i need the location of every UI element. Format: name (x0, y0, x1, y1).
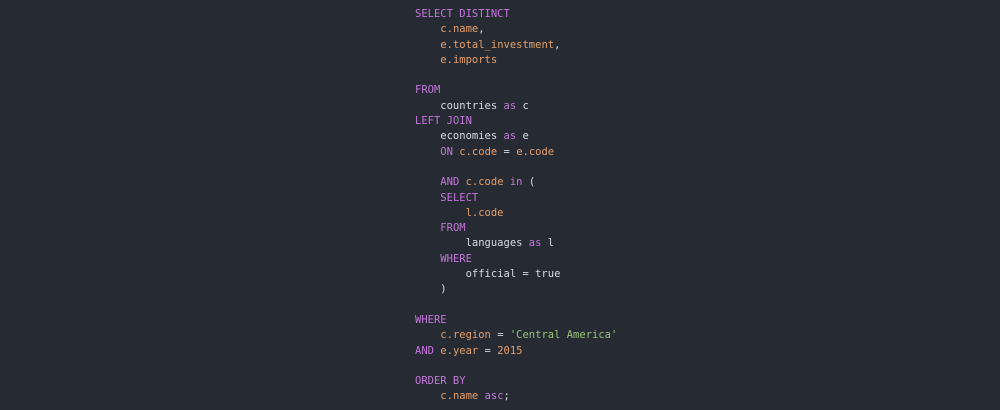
code-line: economies as e (415, 129, 617, 144)
sql-keyword: as (503, 99, 517, 112)
sql-text: countries (415, 99, 504, 112)
sql-text: , (554, 38, 561, 51)
sql-identifier: l.code (465, 206, 504, 219)
sql-number: 2015 (497, 344, 523, 357)
sql-identifier: c.name (440, 390, 479, 403)
code-line: official = true (415, 267, 617, 282)
code-line: e.total_investment, (415, 38, 617, 53)
code-line: countries as c (415, 99, 617, 114)
sql-keyword: AND (440, 176, 460, 189)
code-line: ORDER BY (415, 374, 617, 389)
code-line: FROM (415, 83, 617, 98)
sql-keyword: SELECT (440, 191, 479, 204)
sql-keyword: SELECT DISTINCT (415, 8, 510, 20)
code-line: languages as l (415, 236, 617, 251)
sql-text: ; (503, 390, 510, 403)
sql-identifier: c.name (440, 23, 479, 36)
sql-identifier: c.region (440, 329, 491, 342)
sql-identifier: e.year (440, 344, 479, 357)
sql-text: = (490, 329, 510, 342)
code-line: c.name asc; (415, 389, 617, 404)
code-line: WHERE (415, 313, 617, 328)
sql-keyword: asc (484, 390, 504, 403)
sql-identifier: c.code (465, 176, 504, 189)
code-line: SELECT DISTINCT (415, 7, 617, 22)
code-line: LEFT JOIN (415, 114, 617, 129)
sql-text: languages (415, 237, 529, 250)
sql-text: official = true (415, 268, 561, 281)
sql-text: l (541, 237, 555, 250)
sql-text: = (497, 145, 517, 158)
code-line: ) (415, 282, 617, 297)
sql-keyword: WHERE (415, 313, 447, 326)
sql-code-block: SELECT DISTINCT c.name, e.total_investme… (415, 7, 617, 405)
sql-keyword: as (503, 130, 517, 143)
sql-identifier: e.imports (440, 53, 498, 66)
sql-keyword: as (528, 237, 542, 250)
sql-keyword: in (509, 176, 523, 189)
sql-keyword: FROM (440, 222, 466, 235)
sql-keyword: AND (415, 344, 434, 357)
code-line: l.code (415, 206, 617, 221)
sql-keyword: LEFT JOIN (415, 115, 472, 128)
code-line: c.name, (415, 22, 617, 37)
sql-text: ( (522, 176, 536, 189)
code-line: SELECT (415, 191, 617, 206)
sql-keyword: FROM (415, 84, 441, 97)
sql-keyword: ORDER BY (415, 375, 466, 388)
sql-text: , (478, 23, 485, 36)
sql-keyword: WHERE (440, 252, 472, 265)
code-line: FROM (415, 221, 617, 236)
code-line: AND e.year = 2015 (415, 344, 617, 359)
code-line: ON c.code = e.code (415, 145, 617, 160)
sql-text: = (478, 344, 498, 357)
sql-text: economies (415, 130, 504, 143)
sql-identifier: e.code (516, 145, 555, 158)
sql-text: ) (415, 283, 447, 296)
sql-identifier: c.code (459, 145, 498, 158)
sql-text: c (516, 99, 529, 112)
code-editor: SELECT DISTINCT c.name, e.total_investme… (0, 0, 1000, 410)
sql-string: 'Central America' (509, 329, 618, 342)
sql-identifier: e.total_investment (440, 38, 555, 51)
code-line: AND c.code in ( (415, 175, 617, 190)
sql-keyword: ON (440, 145, 453, 158)
code-line: e.imports (415, 53, 617, 68)
code-line: c.region = 'Central America' (415, 328, 617, 343)
sql-text: e (516, 130, 529, 143)
code-line: WHERE (415, 252, 617, 267)
